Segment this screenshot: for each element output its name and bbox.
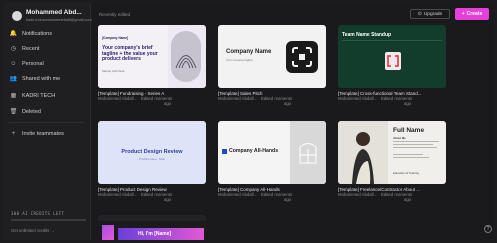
deck-card[interactable]: Full Name About Me Education & Training … xyxy=(338,121,446,202)
thumb-headline: Product Design Review xyxy=(121,149,183,155)
create-label: Create xyxy=(466,11,483,17)
sidebar-item-workspace[interactable]: ▦ KADRI TECH xyxy=(9,90,89,101)
thumb-headline: Hi, I'm [Name] xyxy=(138,231,172,237)
card-ago: ago xyxy=(164,197,172,202)
building-icon xyxy=(299,143,317,164)
deck-card[interactable]: Hi, I'm [Name] xyxy=(98,215,206,240)
create-button[interactable]: + Create xyxy=(455,8,489,20)
upgrade-button[interactable]: ⊙ Upgrade xyxy=(410,9,450,19)
sidebar-item-personal[interactable]: ☺ Personal xyxy=(9,58,89,69)
app-window: Mohammed Abd... kadri.mohammedabdellatif… xyxy=(3,3,494,240)
bell-icon: 🔔 xyxy=(9,31,18,37)
thumb-headline: Company Name xyxy=(226,49,272,55)
card-author: Mohammed Abdall... xyxy=(98,192,138,197)
thumb-sub: Product name · Date xyxy=(139,157,165,161)
thumb-sub: Startup pitch deck xyxy=(102,69,125,73)
invite-label: Invite teammates xyxy=(22,130,64,137)
sidebar-item-label: Deleted xyxy=(22,108,41,115)
deck-card[interactable]: Team Name Standup [Template] Cross-funct… xyxy=(338,25,446,106)
help-button[interactable]: ? xyxy=(484,225,492,233)
avatar xyxy=(12,11,22,21)
upgrade-label: Upgrade xyxy=(423,11,443,17)
card-author: Mohammed Abdall... xyxy=(98,96,138,101)
deck-card[interactable]: Company Name Your company tagline [Templ… xyxy=(218,25,326,106)
user-email: kadri.mohammedabdellatif@gmail.com xyxy=(26,18,92,22)
card-author: Mohammed Abdall... xyxy=(218,192,258,197)
invite-teammates-button[interactable]: + Invite teammates xyxy=(9,128,89,139)
thumb-sub: About Me xyxy=(393,136,406,140)
sidebar-item-label: KADRI TECH xyxy=(22,92,56,99)
people-icon: 👥 xyxy=(9,76,18,82)
user-name: Mohammed Abd... xyxy=(26,9,82,16)
thumb-headline: Full Name xyxy=(393,127,425,134)
deck-card[interactable]: [Company Name] Your company's brief tagl… xyxy=(98,25,206,106)
sidebar: Mohammed Abd... kadri.mohammedabdellatif… xyxy=(3,3,92,240)
sidebar-item-deleted[interactable]: 🗑 Deleted xyxy=(9,106,89,117)
deck-thumbnail: [Company Name] Your company's brief tagl… xyxy=(98,25,206,88)
card-ago: ago xyxy=(404,197,412,202)
thumb-headline: Team Name Standup xyxy=(342,32,392,38)
card-author: Mohammed Abdall... xyxy=(338,192,378,197)
card-ago: ago xyxy=(284,197,292,202)
brand-square-icon xyxy=(222,149,227,154)
section-title: Recently edited xyxy=(99,12,131,17)
deck-thumbnail: Hi, I'm [Name] xyxy=(98,215,206,240)
card-author: Mohammed Abdall... xyxy=(218,96,258,101)
logo-mark-icon xyxy=(286,41,318,73)
portrait-image xyxy=(338,121,388,184)
abstract-art-icon xyxy=(175,55,197,69)
thumb-sub: Your company tagline xyxy=(226,58,253,62)
chart-icon: ▦ xyxy=(10,93,17,99)
main-content: Recently edited ⊙ Upgrade + Create [Comp… xyxy=(91,3,494,240)
card-ago: ago xyxy=(404,101,412,106)
card-author: Mohammed Abdall... xyxy=(338,96,378,101)
sidebar-divider xyxy=(9,122,85,123)
sidebar-item-notifications[interactable]: 🔔 Notifications xyxy=(9,28,89,39)
credits-progress xyxy=(11,219,86,221)
person-icon: ☺ xyxy=(10,60,17,67)
sidebar-item-label: Notifications xyxy=(22,30,52,37)
trash-icon: 🗑 xyxy=(9,109,18,115)
deck-thumbnail: Team Name Standup xyxy=(338,25,446,88)
thumb-section: Education & Training xyxy=(393,171,419,175)
card-ago: ago xyxy=(164,101,172,106)
card-ago: ago xyxy=(284,101,292,106)
thumb-headline: Your company's brief tagline + the value… xyxy=(102,45,158,63)
clock-icon: ◷ xyxy=(10,46,17,52)
deck-thumbnail: Product Design Review Product name · Dat… xyxy=(98,121,206,184)
upgrade-icon: ⊙ xyxy=(417,11,422,17)
question-icon: ? xyxy=(486,226,490,232)
sidebar-item-shared[interactable]: 👥 Shared with me xyxy=(9,73,89,84)
deck-thumbnail: Full Name About Me Education & Training xyxy=(338,121,446,184)
get-credits-link[interactable]: Get unlimited credits → xyxy=(11,228,55,233)
deck-card[interactable]: Product Design Review Product name · Dat… xyxy=(98,121,206,202)
plus-icon: + xyxy=(461,11,465,17)
thumb-brand: [Company Name] xyxy=(102,36,129,40)
sidebar-item-label: Recent xyxy=(22,45,40,52)
credits-label: 300 AI CREDITS LEFT xyxy=(11,211,65,216)
thumb-headline: Company All-Hands xyxy=(229,148,279,154)
team-logo-icon xyxy=(385,52,401,70)
sidebar-item-label: Shared with me xyxy=(22,75,61,82)
add-user-icon: + xyxy=(11,130,16,137)
deck-thumbnail: Company All-Hands xyxy=(218,121,326,184)
deck-thumbnail: Company Name Your company tagline xyxy=(218,25,326,88)
account-switcher[interactable]: Mohammed Abd... kadri.mohammedabdellatif… xyxy=(12,8,92,26)
sidebar-item-label: Personal xyxy=(22,60,44,67)
deck-card[interactable]: Company All-Hands [Template] Company All… xyxy=(218,121,326,202)
sidebar-item-recent[interactable]: ◷ Recent xyxy=(9,43,89,54)
